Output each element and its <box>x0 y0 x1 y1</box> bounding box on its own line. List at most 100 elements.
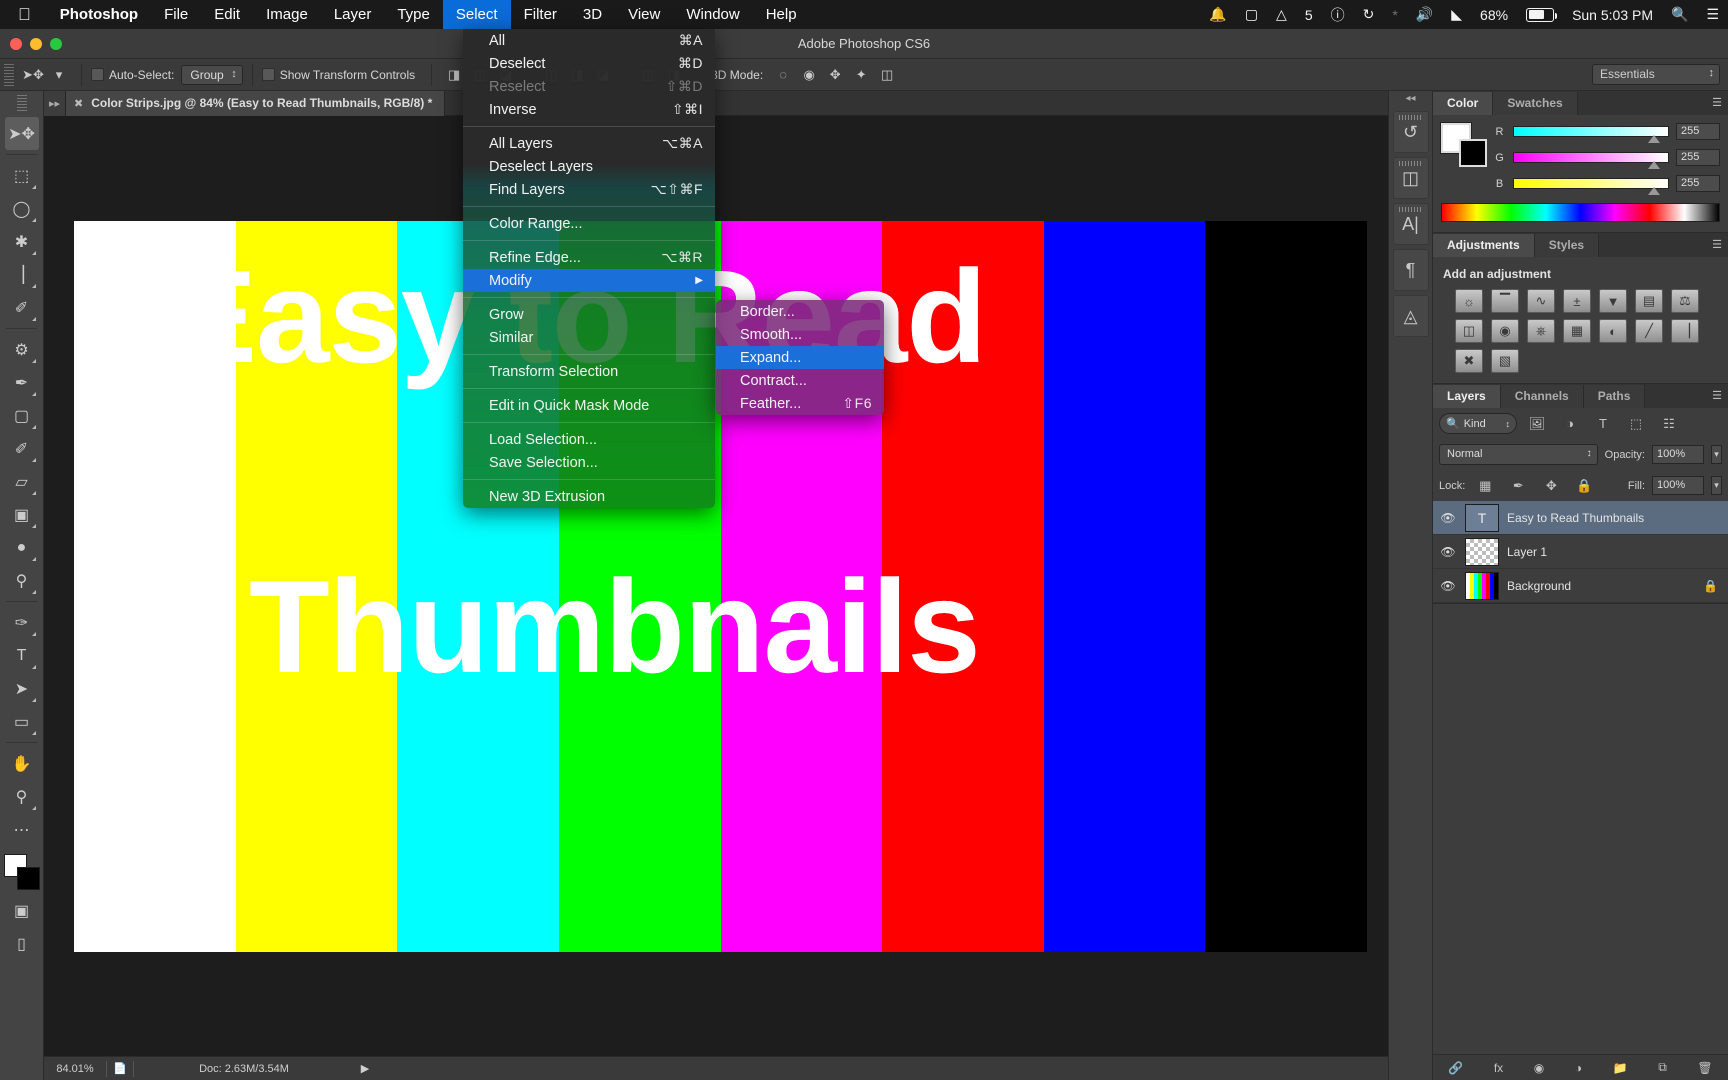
bluetooth-icon[interactable]: * <box>1383 0 1406 29</box>
character-panel-icon[interactable]: A| <box>1393 203 1429 245</box>
align-left-edges-icon[interactable]: ◨ <box>443 64 465 86</box>
filter-type-icon[interactable]: T <box>1590 413 1616 434</box>
submenu-item-border[interactable]: Border... <box>716 300 884 323</box>
close-icon[interactable]: ✖ <box>74 97 83 110</box>
modify-submenu[interactable]: Border... Smooth... Expand... Contract..… <box>716 300 884 415</box>
layer-name[interactable]: Background <box>1507 579 1695 593</box>
move-tool-icon[interactable]: ➤✥ <box>22 64 44 86</box>
curves-icon[interactable]: ∿ <box>1527 289 1555 313</box>
rectangular-marquee-tool[interactable]: ⬚ <box>5 159 39 192</box>
lock-all-icon[interactable]: 🔒 <box>1571 475 1597 496</box>
delete-layer-icon[interactable]: 🗑 <box>1697 1061 1712 1075</box>
wifi-icon[interactable]: ◣ <box>1442 0 1471 29</box>
tab-paths[interactable]: Paths <box>1584 385 1646 408</box>
history-panel-icon[interactable]: ↺ <box>1393 111 1429 153</box>
brush-tool[interactable]: ✒ <box>5 366 39 399</box>
search-icon[interactable]: 🔍 <box>1662 0 1697 29</box>
black-white-icon[interactable]: ◫ <box>1455 319 1483 343</box>
zoom-level[interactable]: 84.01% <box>44 1063 106 1075</box>
quick-selection-tool[interactable]: ✱ <box>5 225 39 258</box>
canvas-area[interactable]: Easy to Read Thumbnails <box>44 116 1388 1080</box>
apple-logo-icon[interactable]:  <box>0 0 47 29</box>
layer-thumbnail[interactable]: T <box>1465 504 1499 532</box>
menu-item-new-3d-extrusion[interactable]: New 3D Extrusion <box>463 485 715 508</box>
color-swatches[interactable] <box>4 854 40 890</box>
channel-mixer-icon[interactable]: ⎈ <box>1527 319 1555 343</box>
horizontal-type-tool[interactable]: T <box>5 639 39 672</box>
filter-smart-object-icon[interactable]: ☷ <box>1656 413 1682 434</box>
history-brush-tool[interactable]: ✐ <box>5 432 39 465</box>
gradient-tool[interactable]: ▣ <box>5 498 39 531</box>
tool-preset-chevron-icon[interactable]: ▾ <box>48 64 70 86</box>
macos-menu-image[interactable]: Image <box>253 0 321 29</box>
macos-menu-file[interactable]: File <box>151 0 201 29</box>
adobe-creative-cloud-icon[interactable]: △ <box>1267 0 1296 29</box>
b-slider[interactable] <box>1513 178 1669 189</box>
play-arrow-icon[interactable]: ▶ <box>354 1062 376 1075</box>
tab-color[interactable]: Color <box>1433 92 1493 115</box>
macos-menu-view[interactable]: View <box>615 0 673 29</box>
g-slider[interactable] <box>1513 152 1669 163</box>
path-selection-tool[interactable]: ➤ <box>5 672 39 705</box>
layer-name[interactable]: Layer 1 <box>1507 545 1722 559</box>
slide-3d-icon[interactable]: ✦ <box>850 64 872 86</box>
color-lookup-icon[interactable]: ▦ <box>1563 319 1591 343</box>
scale-3d-icon[interactable]: ◫ <box>876 64 898 86</box>
tools-panel-grip[interactable] <box>17 95 27 111</box>
options-bar-grip[interactable] <box>4 64 14 86</box>
vibrance-icon[interactable]: ▼ <box>1599 289 1627 313</box>
more-tools-icon[interactable]: ⋯ <box>5 813 39 846</box>
macos-menu-filter[interactable]: Filter <box>511 0 570 29</box>
pan-3d-icon[interactable]: ✥ <box>824 64 846 86</box>
filter-shape-icon[interactable]: ⬚ <box>1623 413 1649 434</box>
invert-icon[interactable]: ◐ <box>1599 319 1627 343</box>
filter-adjustment-icon[interactable]: ◑ <box>1557 413 1583 434</box>
macos-menu-edit[interactable]: Edit <box>201 0 253 29</box>
crop-tool[interactable]: ⎟ <box>5 258 39 291</box>
panel-menu-icon[interactable]: ☰ <box>1712 96 1722 109</box>
tab-swatches[interactable]: Swatches <box>1493 92 1577 115</box>
battery-icon[interactable] <box>1517 0 1563 29</box>
show-transform-controls-checkbox[interactable] <box>262 68 275 81</box>
dropbox-icon[interactable]: ▢ <box>1236 0 1267 29</box>
fill-stepper[interactable]: ▾ <box>1711 476 1722 495</box>
posterize-icon[interactable]: ╱ <box>1635 319 1663 343</box>
menu-item-load-selection[interactable]: Load Selection... <box>463 428 715 451</box>
menu-item-edit-in-quick-mask-mode[interactable]: Edit in Quick Mask Mode <box>463 394 715 417</box>
collapse-arrows-icon[interactable]: ◂◂ <box>1389 91 1432 107</box>
macos-menu-photoshop[interactable]: Photoshop <box>47 0 151 29</box>
background-color-swatch[interactable] <box>1459 139 1487 167</box>
layer-name[interactable]: Easy to Read Thumbnails <box>1507 511 1722 525</box>
panel-menu-icon[interactable]: ☰ <box>1712 238 1722 251</box>
opacity-value[interactable]: 100% <box>1652 445 1704 464</box>
layer-row-layer1[interactable]: 👁 Layer 1 <box>1433 535 1728 569</box>
tab-styles[interactable]: Styles <box>1535 234 1599 257</box>
color-ramp[interactable] <box>1441 203 1720 222</box>
hand-tool[interactable]: ✋ <box>5 747 39 780</box>
layer-style-icon[interactable]: fx <box>1494 1061 1503 1075</box>
spot-healing-brush-tool[interactable]: ⚙ <box>5 333 39 366</box>
layer-thumbnail[interactable] <box>1465 572 1499 600</box>
list-icon[interactable]: ☰ <box>1697 0 1728 29</box>
time-machine-icon[interactable]: ↻ <box>1354 0 1384 29</box>
tab-channels[interactable]: Channels <box>1501 385 1584 408</box>
r-value[interactable]: 255 <box>1676 123 1720 140</box>
document-icon[interactable]: 📄 <box>107 1062 133 1075</box>
menu-item-deselect-layers[interactable]: Deselect Layers <box>463 155 715 178</box>
menu-item-save-selection[interactable]: Save Selection... <box>463 451 715 474</box>
layer-mask-icon[interactable]: ◉ <box>1534 1061 1544 1075</box>
menu-item-inverse[interactable]: Inverse ⇧⌘I <box>463 98 715 121</box>
layer-visibility-icon[interactable]: 👁 <box>1439 545 1457 559</box>
clone-stamp-tool[interactable]: ▢ <box>5 399 39 432</box>
menu-item-modify[interactable]: Modify ▶ <box>463 269 715 292</box>
r-slider[interactable] <box>1513 126 1669 137</box>
g-value[interactable]: 255 <box>1676 149 1720 166</box>
lock-position-icon[interactable]: ✥ <box>1538 475 1564 496</box>
macos-menu-window[interactable]: Window <box>673 0 752 29</box>
menu-item-grow[interactable]: Grow <box>463 303 715 326</box>
zoom-tool[interactable]: ⚲ <box>5 780 39 813</box>
paragraph-panel-icon[interactable]: ¶ <box>1393 249 1429 291</box>
new-group-icon[interactable]: 📁 <box>1613 1061 1628 1075</box>
pen-tool[interactable]: ✑ <box>5 606 39 639</box>
tab-layers[interactable]: Layers <box>1433 385 1501 408</box>
